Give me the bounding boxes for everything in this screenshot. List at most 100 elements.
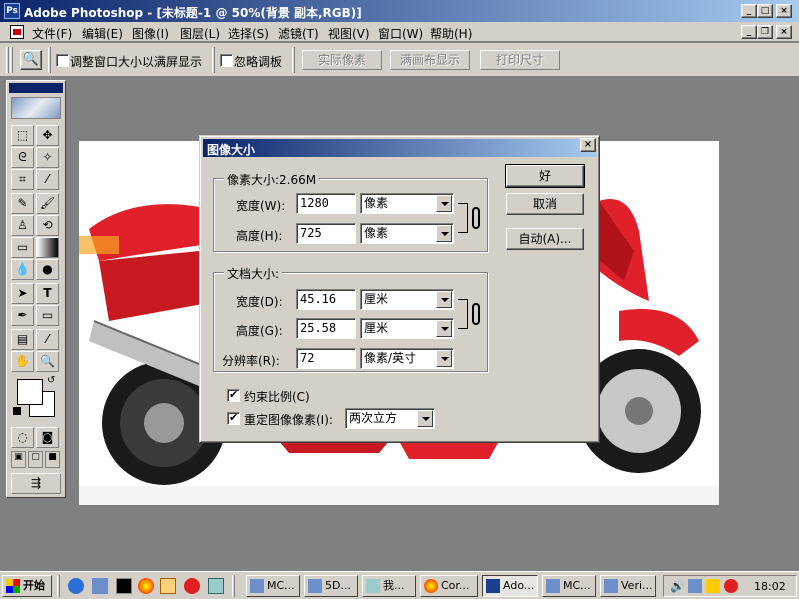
dodge-tool-icon[interactable]: ●	[36, 259, 59, 280]
task-button[interactable]: Veri...	[600, 575, 656, 597]
eyedropper-tool-icon[interactable]: ⁄	[36, 329, 59, 350]
move-tool-icon[interactable]: ✥	[36, 125, 59, 146]
zoom-tool-icon[interactable]: 🔍	[20, 50, 42, 70]
chain-link-icon	[472, 303, 480, 325]
default-colors-icon[interactable]	[13, 407, 21, 415]
standard-mode-icon[interactable]: ◌	[11, 427, 34, 448]
constrain-proportions-checkbox[interactable]	[227, 388, 240, 402]
screen-mode-full-icon[interactable]: ■	[45, 451, 60, 468]
dropdown-arrow-icon[interactable]	[436, 195, 452, 212]
fit-on-screen-button[interactable]: 满画布显示	[390, 50, 470, 70]
task-button[interactable]: 5D...	[304, 575, 358, 597]
pixel-width-input[interactable]: 1280	[296, 193, 356, 214]
minimize-button[interactable]: _	[741, 4, 757, 18]
menu-file[interactable]: 文件(F)	[32, 25, 72, 42]
hand-tool-icon[interactable]: ✋	[11, 351, 34, 372]
options-grip[interactable]	[6, 47, 9, 73]
clone-stamp-tool-icon[interactable]: ♙	[11, 215, 34, 236]
menu-view[interactable]: 视图(V)	[328, 25, 370, 42]
dropdown-arrow-icon[interactable]	[436, 350, 452, 367]
resolution-unit-select[interactable]: 像素/英寸	[360, 348, 454, 369]
eraser-tool-icon[interactable]: ▭	[11, 237, 34, 258]
dropdown-arrow-icon[interactable]	[417, 410, 433, 427]
auto-button[interactable]: 自动(A)...	[506, 228, 584, 250]
magic-wand-tool-icon[interactable]: ✧	[36, 147, 59, 168]
task-button[interactable]: MC...	[542, 575, 596, 597]
dialog-title-bar[interactable]: 图像大小	[203, 139, 596, 157]
resample-method-select[interactable]: 两次立方	[345, 408, 435, 429]
document-icon[interactable]	[10, 25, 24, 39]
zoom-tool-icon[interactable]: 🔍	[36, 351, 59, 372]
flash-icon[interactable]	[184, 578, 200, 594]
desktop-icon[interactable]	[116, 578, 132, 594]
outlook-icon[interactable]	[92, 578, 108, 594]
shape-tool-icon[interactable]: ▭	[36, 305, 59, 326]
notes-tool-icon[interactable]: ▤	[11, 329, 34, 350]
toolbox-title-bar[interactable]	[9, 83, 63, 93]
task-button-active[interactable]: Ado...	[482, 575, 538, 597]
blur-tool-icon[interactable]: 💧	[11, 259, 34, 280]
doc-width-unit-select[interactable]: 厘米	[360, 289, 454, 310]
dropdown-arrow-icon[interactable]	[436, 320, 452, 337]
close-button[interactable]: ×	[776, 4, 792, 18]
flash-tray-icon[interactable]	[724, 579, 738, 593]
menu-select[interactable]: 选择(S)	[228, 25, 269, 42]
menu-window[interactable]: 窗口(W)	[378, 25, 423, 42]
path-select-tool-icon[interactable]: ➤	[11, 283, 34, 304]
type-tool-icon[interactable]: T	[36, 283, 59, 304]
doc-restore-button[interactable]: ❐	[757, 25, 773, 39]
volume-icon[interactable]: 🔊	[670, 579, 685, 593]
cancel-button[interactable]: 取消	[506, 193, 584, 215]
jump-to-imageready-icon[interactable]: ⇶	[11, 473, 61, 494]
screen-mode-standard-icon[interactable]: ▣	[11, 451, 26, 468]
task-button[interactable]: Cor...	[420, 575, 478, 597]
resolution-input[interactable]: 72	[296, 348, 356, 369]
pen-tool-icon[interactable]: ✒	[11, 305, 34, 326]
doc-height-unit-select[interactable]: 厘米	[360, 318, 454, 339]
crop-tool-icon[interactable]: ⌗	[11, 169, 34, 190]
screen-mode-full-menu-icon[interactable]: ▢	[28, 451, 43, 468]
menu-help[interactable]: 帮助(H)	[430, 25, 472, 42]
notes-icon[interactable]	[160, 578, 176, 594]
adobe-logo[interactable]	[11, 97, 61, 119]
history-brush-tool-icon[interactable]: ⟲	[36, 215, 59, 236]
menu-image[interactable]: 图像(I)	[132, 25, 169, 42]
resample-checkbox[interactable]	[227, 411, 240, 425]
pixel-height-input[interactable]: 725	[296, 223, 356, 244]
swap-colors-icon[interactable]: ↺	[47, 375, 55, 386]
explorer-icon[interactable]	[208, 578, 224, 594]
foreground-color-swatch[interactable]	[17, 379, 43, 405]
resize-window-checkbox[interactable]	[56, 54, 69, 67]
maximize-button[interactable]: □	[757, 4, 773, 18]
dropdown-arrow-icon[interactable]	[436, 291, 452, 308]
pixel-width-unit-select[interactable]: 像素	[360, 193, 454, 214]
dropdown-arrow-icon[interactable]	[436, 225, 452, 242]
doc-height-input[interactable]: 25.58	[296, 318, 356, 339]
ok-button[interactable]: 好	[505, 164, 585, 188]
brush-tool-icon[interactable]: 🖌	[36, 193, 59, 214]
actual-pixels-button[interactable]: 实际像素	[302, 50, 382, 70]
start-button[interactable]: 开始	[2, 575, 52, 597]
print-size-button[interactable]: 打印尺寸	[480, 50, 560, 70]
lasso-tool-icon[interactable]: ᘓ	[11, 147, 34, 168]
gradient-tool-icon[interactable]	[36, 237, 59, 258]
doc-width-input[interactable]: 45.16	[296, 289, 356, 310]
healing-brush-tool-icon[interactable]: ✎	[11, 193, 34, 214]
doc-close-button[interactable]: ×	[776, 25, 792, 39]
menu-layer[interactable]: 图层(L)	[180, 25, 220, 42]
slice-tool-icon[interactable]: ⁄	[36, 169, 59, 190]
quick-mask-mode-icon[interactable]: ◙	[36, 427, 59, 448]
corel-icon[interactable]	[138, 578, 154, 594]
dialog-close-button[interactable]: ×	[580, 138, 596, 152]
task-button[interactable]: MC...	[246, 575, 300, 597]
task-button[interactable]: 我...	[362, 575, 416, 597]
menu-edit[interactable]: 编辑(E)	[82, 25, 123, 42]
pixel-height-unit-select[interactable]: 像素	[360, 223, 454, 244]
doc-minimize-button[interactable]: _	[741, 25, 757, 39]
ie-icon[interactable]	[68, 578, 84, 594]
ime-icon[interactable]	[706, 579, 720, 593]
network-icon[interactable]	[688, 579, 702, 593]
ignore-palettes-checkbox[interactable]	[220, 54, 233, 67]
menu-filter[interactable]: 滤镜(T)	[278, 25, 319, 42]
marquee-tool-icon[interactable]: ⬚	[11, 125, 34, 146]
